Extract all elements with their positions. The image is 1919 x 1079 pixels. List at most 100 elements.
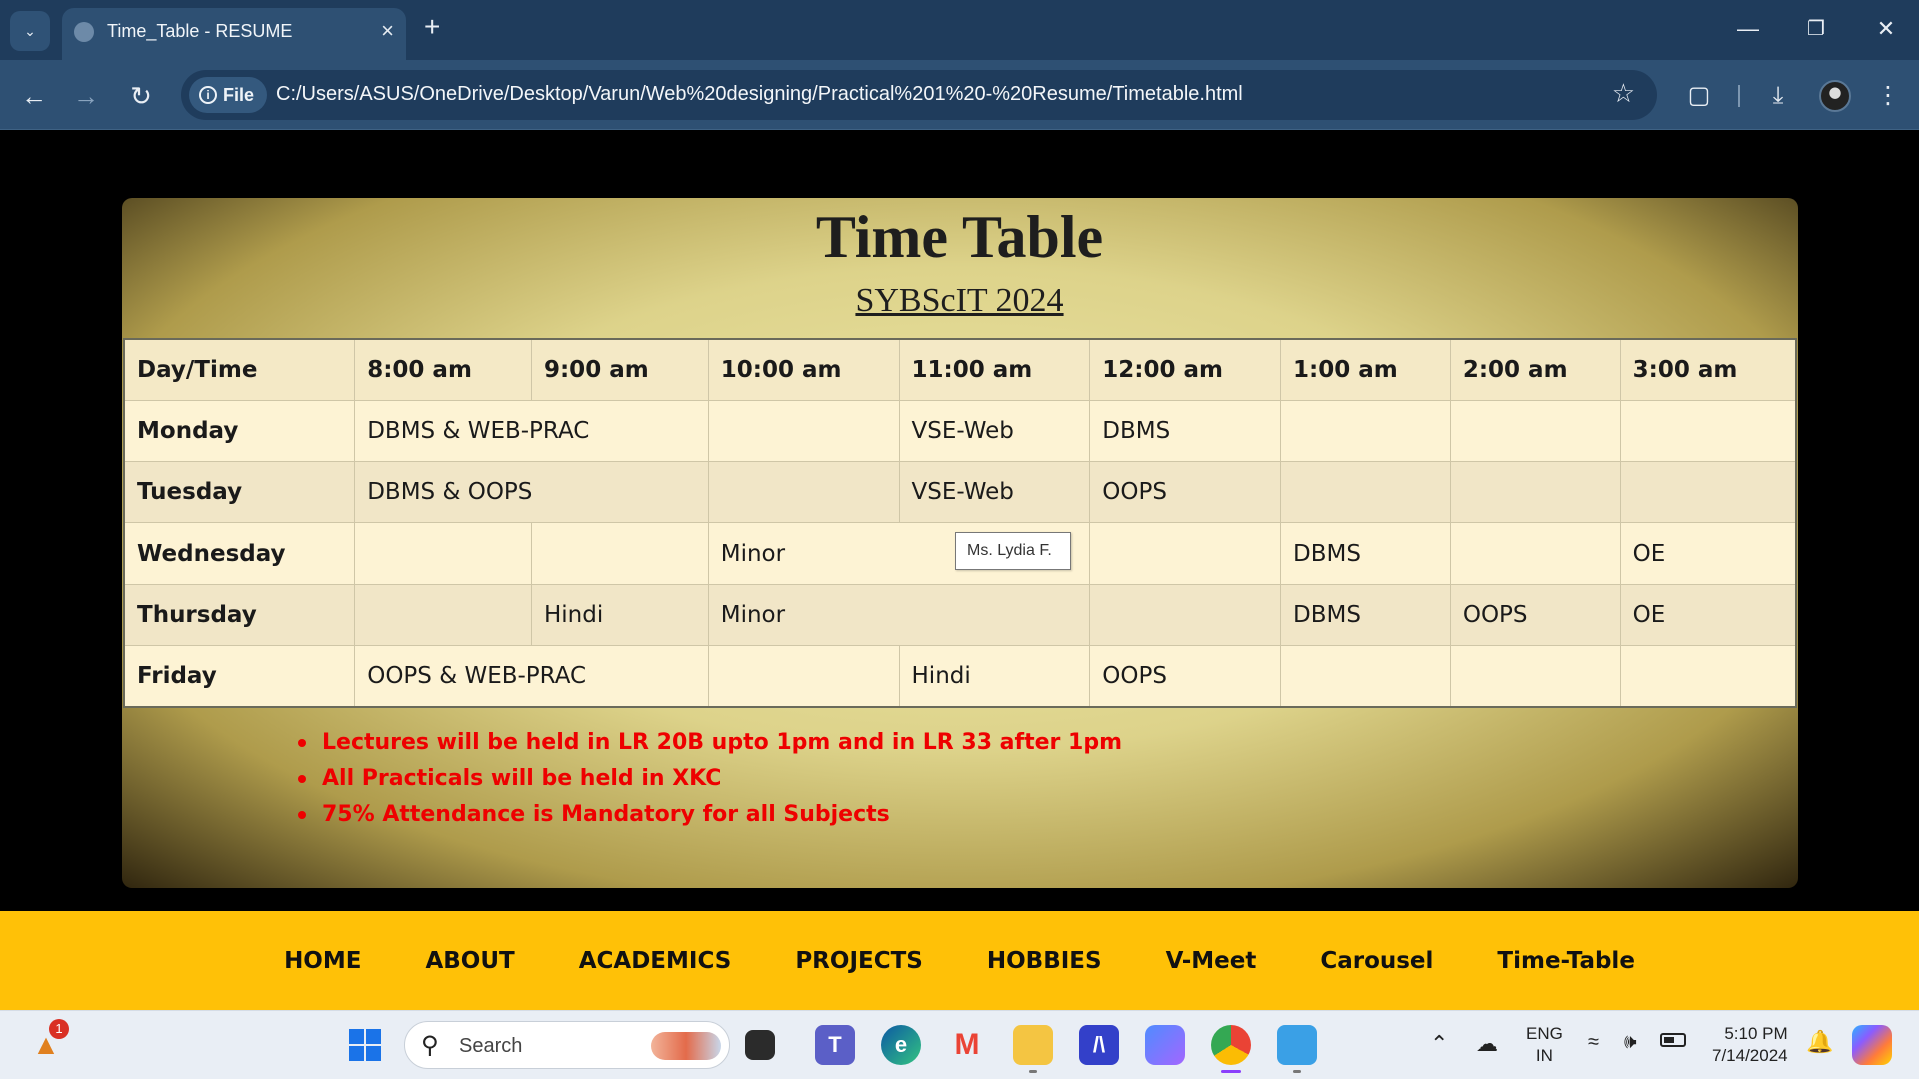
copilot-icon[interactable] xyxy=(1852,1025,1892,1065)
chrome-active-indicator xyxy=(1221,1070,1241,1073)
gmail-icon[interactable]: M xyxy=(947,1025,987,1065)
page-subtitle: SYBScIT 2024 xyxy=(855,282,1064,319)
kebab-menu-icon[interactable]: ⋮ xyxy=(1868,76,1908,116)
file-explorer-icon[interactable] xyxy=(1013,1025,1053,1065)
table-cell xyxy=(1619,461,1797,524)
notes-list: Lectures will be held in LR 20B upto 1pm… xyxy=(298,725,1122,833)
table-cell: VSE-Web xyxy=(898,399,1091,463)
note-item: 75% Attendance is Mandatory for all Subj… xyxy=(298,797,1122,833)
bookmark-star-icon[interactable]: ☆ xyxy=(1612,78,1635,109)
battery-icon[interactable] xyxy=(1660,1033,1686,1047)
mathway-icon[interactable]: /\ xyxy=(1079,1025,1119,1065)
table-cell xyxy=(1449,461,1621,524)
windows-taskbar: ▲ 1 ⚲ Search T e M /\ ⌃ ☁ ENG IN ≈ 🕪 5:1… xyxy=(0,1010,1919,1079)
header-cell: 11:00 am xyxy=(898,338,1091,401)
reload-icon[interactable]: ↻ xyxy=(121,76,161,116)
show-hidden-icons-chevron-icon[interactable]: ⌃ xyxy=(1430,1031,1448,1057)
input-language[interactable]: ENG IN xyxy=(1526,1023,1563,1067)
volume-icon[interactable]: 🕪 xyxy=(1624,1031,1637,1054)
close-tab-icon[interactable]: × xyxy=(381,18,394,44)
nav-link-academics[interactable]: ACADEMICS xyxy=(547,948,764,974)
edge-icon[interactable]: e xyxy=(881,1025,921,1065)
notification-bell-icon[interactable]: 🔔 xyxy=(1806,1029,1833,1055)
table-cell xyxy=(530,522,709,585)
table-cell xyxy=(1089,522,1282,585)
table-cell: OE xyxy=(1619,522,1797,585)
explorer-running-indicator xyxy=(1029,1070,1037,1073)
clock-date: 7/14/2024 xyxy=(1712,1046,1788,1065)
nav-link-home[interactable]: HOME xyxy=(252,948,393,974)
nav-link-carousel[interactable]: Carousel xyxy=(1288,948,1465,974)
restore-window-icon[interactable]: ❐ xyxy=(1796,12,1836,46)
day-cell: Tuesday xyxy=(123,461,356,524)
note-item: All Practicals will be held in XKC xyxy=(298,761,1122,797)
table-cell: Minor xyxy=(707,583,1091,647)
table-cell xyxy=(1280,399,1451,463)
download-icon[interactable]: ⤓ xyxy=(1758,76,1798,116)
footer-nav-bar: HOME ABOUT ACADEMICS PROJECTS HOBBIES V-… xyxy=(0,911,1919,1010)
hover-tooltip: Ms. Lydia F. xyxy=(955,532,1071,570)
site-info-chip[interactable]: i File xyxy=(189,77,267,113)
table-cell xyxy=(1619,645,1797,708)
nav-link-projects[interactable]: PROJECTS xyxy=(763,948,955,974)
page-title: Time Table xyxy=(815,204,1104,270)
taskbar-clock[interactable]: 5:10 PM 7/14/2024 xyxy=(1712,1023,1788,1067)
tab-search-chevron-icon[interactable]: ⌄ xyxy=(10,11,50,51)
copilot-app-icon[interactable] xyxy=(1145,1025,1185,1065)
clock-time: 5:10 PM xyxy=(1724,1024,1788,1043)
close-window-icon[interactable]: ✕ xyxy=(1866,12,1906,46)
nav-link-v-meet[interactable]: V-Meet xyxy=(1134,948,1289,974)
teams-icon[interactable]: T xyxy=(815,1025,855,1065)
toolbar-divider xyxy=(1738,85,1740,107)
task-view-icon[interactable] xyxy=(745,1030,775,1060)
notification-badge: 1 xyxy=(49,1019,69,1039)
header-cell: 2:00 am xyxy=(1449,338,1621,401)
search-placeholder: Search xyxy=(459,1035,523,1057)
wifi-icon[interactable]: ≈ xyxy=(1588,1031,1599,1054)
profile-avatar[interactable] xyxy=(1819,80,1851,112)
table-cell xyxy=(707,461,900,524)
search-icon: ⚲ xyxy=(421,1032,439,1059)
info-icon: i xyxy=(199,86,217,104)
table-header-row: Day/Time 8:00 am 9:00 am 10:00 am 11:00 … xyxy=(123,338,1797,401)
extensions-puzzle-icon[interactable]: ▢ xyxy=(1679,76,1719,116)
day-cell: Thursday xyxy=(123,583,356,647)
table-cell: VSE-Web xyxy=(898,461,1091,524)
header-cell: 9:00 am xyxy=(530,338,709,401)
day-cell: Wednesday xyxy=(123,522,356,585)
forward-arrow-icon[interactable]: → xyxy=(66,76,106,116)
browser-toolbar: ← → ↻ i File C:/Users/ASUS/OneDrive/Desk… xyxy=(0,60,1919,130)
table-cell xyxy=(707,399,900,463)
table-cell: Hindi xyxy=(898,645,1091,708)
table-cell: DBMS xyxy=(1280,583,1451,647)
table-row-tuesday: Tuesday DBMS & OOPS VSE-Web OOPS xyxy=(123,461,1797,524)
notepad-icon[interactable] xyxy=(1277,1025,1317,1065)
table-row-friday: Friday OOPS & WEB-PRAC Hindi OOPS xyxy=(123,645,1797,708)
windows-start-icon[interactable] xyxy=(345,1025,385,1065)
url-text[interactable]: C:/Users/ASUS/OneDrive/Desktop/Varun/Web… xyxy=(276,83,1243,106)
table-cell: OOPS xyxy=(1449,583,1621,647)
table-cell xyxy=(1449,399,1621,463)
table-cell xyxy=(1089,583,1282,647)
browser-tab-strip: ⌄ Time_Table - RESUME × + — ❐ ✕ xyxy=(0,0,1919,60)
nav-link-about[interactable]: ABOUT xyxy=(393,948,546,974)
back-arrow-icon[interactable]: ← xyxy=(14,76,54,116)
minimize-window-icon[interactable]: — xyxy=(1728,12,1768,46)
taskbar-search-box[interactable]: ⚲ Search xyxy=(404,1021,730,1069)
header-cell: 1:00 am xyxy=(1280,338,1451,401)
browser-tab-active[interactable]: Time_Table - RESUME × xyxy=(62,8,406,60)
table-cell: DBMS & WEB-PRAC xyxy=(354,399,709,463)
address-bar[interactable]: i File C:/Users/ASUS/OneDrive/Desktop/Va… xyxy=(181,70,1657,120)
onedrive-cloud-icon[interactable]: ☁ xyxy=(1476,1031,1498,1057)
globe-favicon-icon xyxy=(74,22,94,42)
table-cell: Hindi xyxy=(530,583,709,647)
nav-link-hobbies[interactable]: HOBBIES xyxy=(955,948,1134,974)
tab-title: Time_Table - RESUME xyxy=(107,21,293,41)
table-cell xyxy=(354,522,532,585)
table-cell: OOPS xyxy=(1089,461,1282,524)
scheme-label: File xyxy=(223,85,255,105)
chrome-icon[interactable] xyxy=(1211,1025,1251,1065)
new-tab-plus-icon[interactable]: + xyxy=(424,13,440,41)
nav-link-time-table[interactable]: Time-Table xyxy=(1465,948,1667,974)
header-cell: 3:00 am xyxy=(1619,338,1797,401)
